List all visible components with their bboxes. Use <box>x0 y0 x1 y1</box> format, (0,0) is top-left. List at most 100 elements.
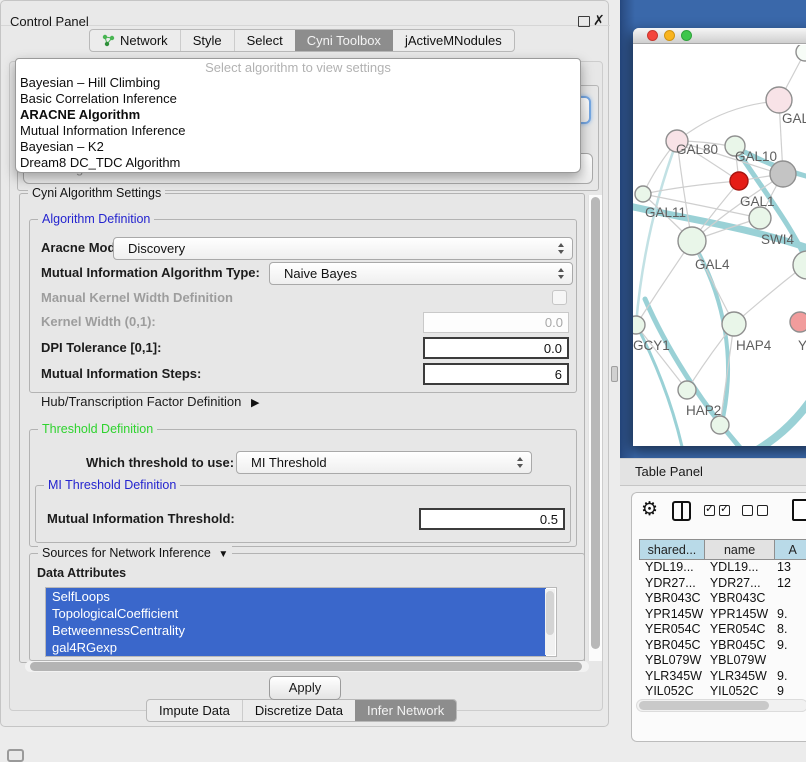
zoom-traffic-light[interactable] <box>681 30 692 41</box>
network-edge <box>677 101 779 141</box>
document-icon[interactable] <box>792 499 806 521</box>
tab-jactivemnodules[interactable]: jActiveMNodules <box>393 30 514 51</box>
column-header[interactable]: shared... <box>639 539 705 560</box>
minimize-traffic-light[interactable] <box>664 30 675 41</box>
hub-definition-toggle[interactable]: Hub/Transcription Factor Definition ▶ <box>41 394 259 410</box>
attribute-item-selected[interactable]: SelfLoops <box>46 588 546 605</box>
data-attributes-label: Data Attributes <box>37 565 126 581</box>
table-row[interactable]: YIL052CYIL052C9 <box>640 684 806 700</box>
table-cell: YLR345W <box>640 669 705 685</box>
table-cell: 9 <box>775 684 806 700</box>
node-label: GAL11 <box>645 205 686 220</box>
table-cell: YDR27... <box>640 576 705 592</box>
scrollbar-thumb[interactable] <box>30 662 582 671</box>
table-cell: YBR043C <box>640 591 705 607</box>
panel-dock-icon[interactable] <box>7 749 24 762</box>
sources-collapse-toggle[interactable]: Sources for Network Inference ▼ <box>38 546 232 562</box>
mi-type-label: Mutual Information Algorithm Type: <box>41 265 260 281</box>
tab-infer-network[interactable]: Infer Network <box>355 700 456 721</box>
table-row[interactable]: YDR27...YDR27...12 <box>640 576 806 592</box>
select-all-checkbox-icon[interactable] <box>719 505 730 516</box>
desktop-background: GALGAL80GAL10GAL1GAL11SWI4GAL4GCY1HAP4YH… <box>620 0 806 462</box>
window-title: Control Panel <box>10 14 89 29</box>
control-panel-window: Control Panel ✗ Network Style Select Cyn… <box>0 0 609 727</box>
tab-select[interactable]: Select <box>234 30 295 51</box>
tab-discretize-data[interactable]: Discretize Data <box>242 700 355 721</box>
network-node[interactable] <box>635 186 651 202</box>
close-icon[interactable]: ✗ <box>593 12 605 29</box>
scrollbar-thumb[interactable] <box>591 197 600 649</box>
stepper-icon <box>558 268 564 279</box>
network-node[interactable] <box>722 312 746 336</box>
table-row[interactable]: YBR043CYBR043C <box>640 591 806 607</box>
mi-threshold-input[interactable] <box>419 508 565 530</box>
table-cell: YDR27... <box>705 576 775 592</box>
dropdown-item[interactable]: Dream8 DC_TDC Algorithm <box>16 155 580 171</box>
network-node[interactable] <box>730 172 748 190</box>
network-node[interactable] <box>793 251 806 279</box>
dropdown-item[interactable]: Bayesian – K2 <box>16 139 580 155</box>
tab-impute-data[interactable]: Impute Data <box>147 700 242 721</box>
deselect-all-checkbox-icon[interactable] <box>757 505 768 516</box>
network-canvas-svg: GALGAL80GAL10GAL1GAL11SWI4GAL4GCY1HAP4YH… <box>633 45 806 446</box>
table-horizontal-scrollbar[interactable] <box>636 699 806 712</box>
table-cell: YBR045C <box>705 638 775 654</box>
gear-icon[interactable]: ⚙ <box>641 498 658 521</box>
network-node[interactable] <box>678 381 696 399</box>
dpi-tolerance-input[interactable] <box>423 337 569 359</box>
table-row[interactable]: YER054CYER054C8. <box>640 622 806 638</box>
group-title: Algorithm Definition <box>38 212 154 227</box>
settings-horizontal-scrollbar[interactable] <box>25 661 589 672</box>
network-node[interactable] <box>711 416 729 434</box>
network-window-titlebar[interactable] <box>633 28 806 44</box>
network-node[interactable] <box>749 207 771 229</box>
settings-vertical-scrollbar[interactable] <box>588 195 602 661</box>
table-header: shared... name A <box>632 539 806 560</box>
network-node[interactable] <box>678 227 706 255</box>
attribute-item-selected[interactable]: TopologicalCoefficient <box>46 605 546 622</box>
table-row[interactable]: YLR345WYLR345W9. <box>640 669 806 685</box>
apply-button[interactable]: Apply <box>269 676 341 700</box>
table-row[interactable]: YBR045CYBR045C9. <box>640 638 806 654</box>
network-node[interactable] <box>790 312 806 332</box>
dropdown-item[interactable]: Basic Correlation Inference <box>16 91 580 107</box>
tab-style[interactable]: Style <box>180 30 234 51</box>
mi-type-combo[interactable]: Naive Bayes <box>269 262 573 285</box>
network-node[interactable] <box>770 161 796 187</box>
float-window-icon[interactable] <box>578 16 590 27</box>
network-node[interactable] <box>766 87 792 113</box>
dropdown-prompt: Select algorithm to view settings <box>16 60 580 75</box>
attribute-item-selected[interactable]: gal4RGexp <box>46 639 546 656</box>
screen: Control Panel ✗ Network Style Select Cyn… <box>0 0 806 762</box>
network-edge <box>643 181 739 194</box>
column-header[interactable]: A <box>774 539 806 560</box>
close-traffic-light[interactable] <box>647 30 658 41</box>
deselect-all-checkbox-icon[interactable] <box>742 505 753 516</box>
attribute-item-selected[interactable]: BetweennessCentrality <box>46 622 546 639</box>
column-header[interactable]: name <box>704 539 775 560</box>
panel-divider-grip[interactable] <box>611 366 618 382</box>
dropdown-item[interactable]: Mutual Information Inference <box>16 123 580 139</box>
columns-icon[interactable] <box>672 501 691 521</box>
tab-cyni-toolbox[interactable]: Cyni Toolbox <box>295 30 393 51</box>
network-node[interactable] <box>796 45 806 61</box>
table-cell: YPR145W <box>640 607 705 623</box>
manual-kernel-checkbox[interactable] <box>552 290 567 305</box>
select-all-checkbox-icon[interactable] <box>704 505 715 516</box>
table-cell: YBL079W <box>705 653 775 669</box>
table-row[interactable]: YDL19...YDL19...13 <box>640 560 806 576</box>
list-scrollbar[interactable] <box>545 589 555 655</box>
which-threshold-combo[interactable]: MI Threshold <box>236 451 532 474</box>
scrollbar-thumb[interactable] <box>639 701 769 710</box>
table-row[interactable]: YPR145WYPR145W9. <box>640 607 806 623</box>
aracne-mode-combo[interactable]: Discovery <box>113 237 573 260</box>
table-cell: YBR043C <box>705 591 775 607</box>
network-node[interactable] <box>633 316 645 334</box>
table-row[interactable]: YBL079WYBL079W <box>640 653 806 669</box>
network-canvas[interactable]: GALGAL80GAL10GAL1GAL11SWI4GAL4GCY1HAP4YH… <box>633 45 806 446</box>
mi-steps-input[interactable] <box>423 363 569 385</box>
kernel-width-input[interactable] <box>423 312 569 333</box>
tab-network[interactable]: Network <box>90 30 180 51</box>
dropdown-item-selected[interactable]: ARACNE Algorithm <box>16 107 580 123</box>
dropdown-item[interactable]: Bayesian – Hill Climbing <box>16 75 580 91</box>
